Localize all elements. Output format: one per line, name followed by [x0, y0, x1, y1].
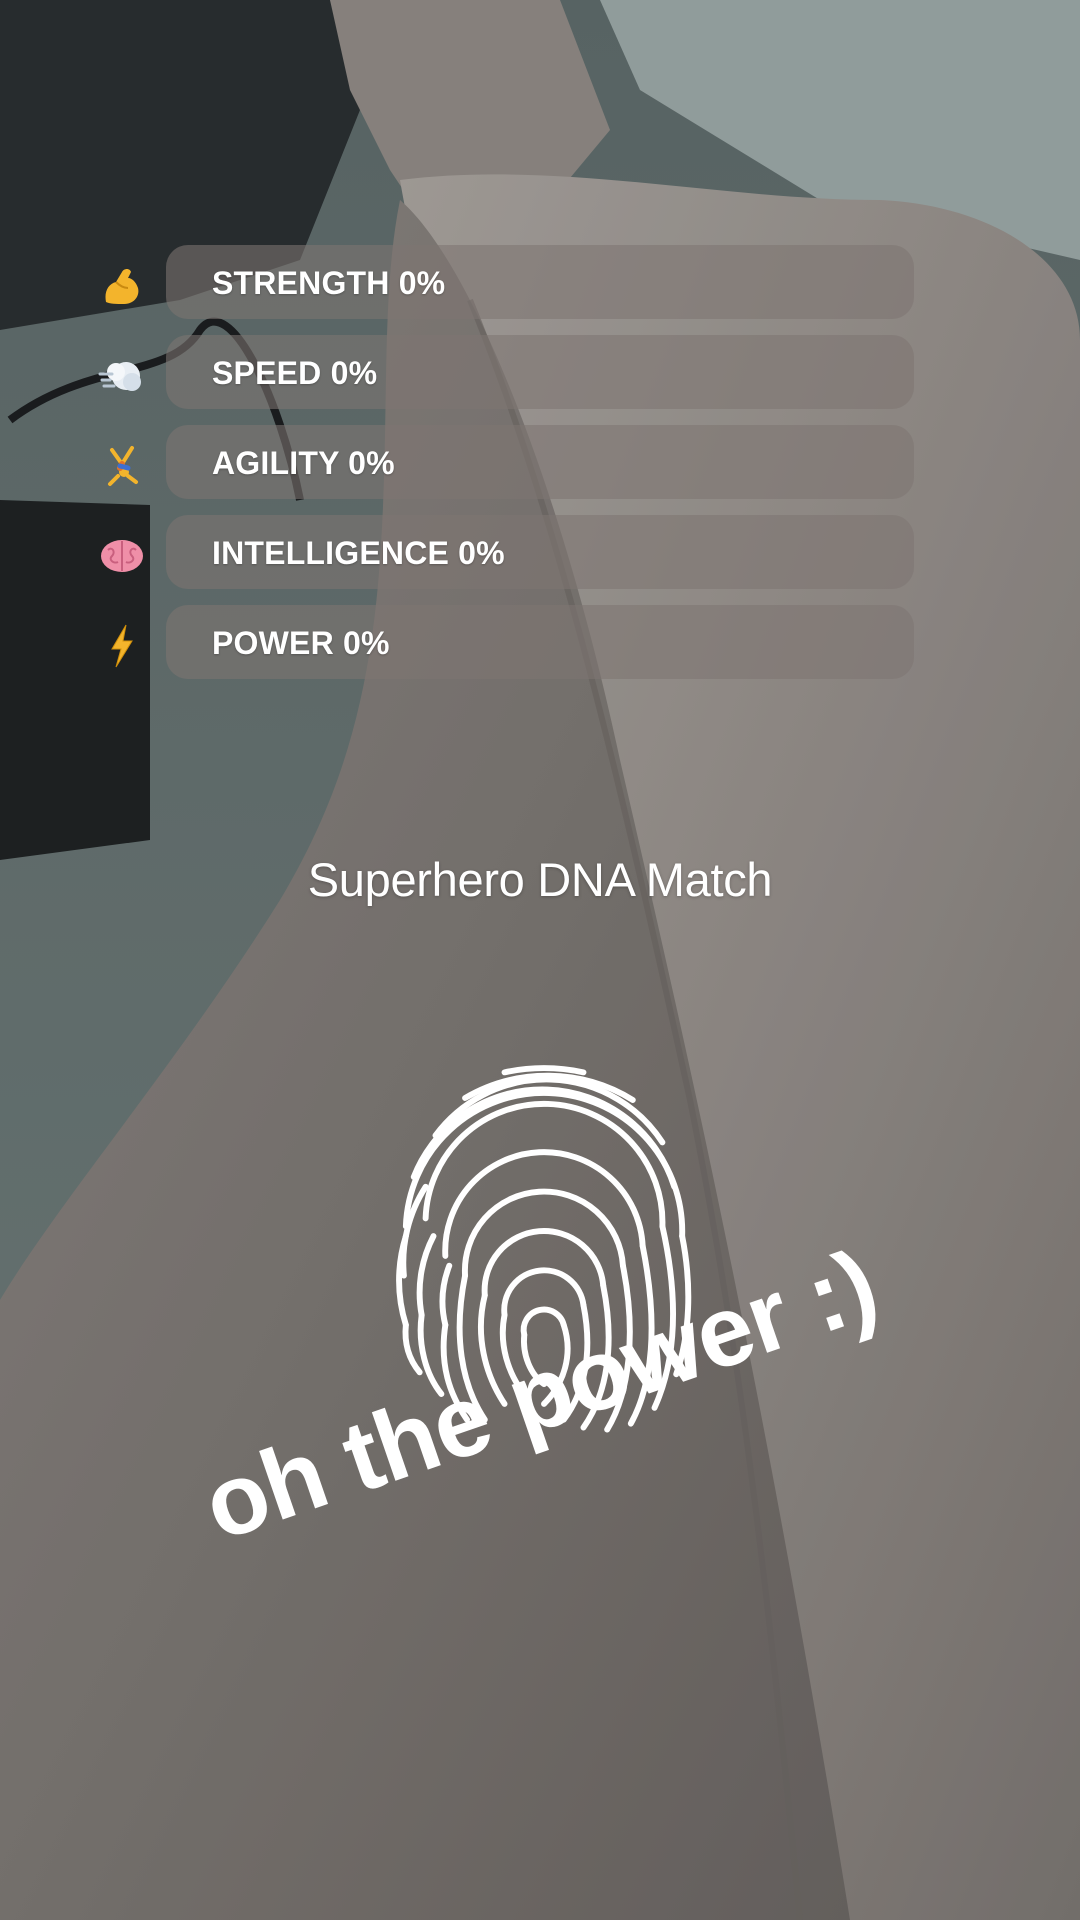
stat-row-agility: AGILITY 0% [0, 425, 1080, 501]
flexed-biceps-icon [105, 269, 139, 304]
stat-label: INTELLIGENCE 0% [212, 535, 505, 571]
stat-label: SPEED 0% [212, 355, 378, 391]
cartwheel-person-icon [108, 446, 138, 486]
stat-label: POWER 0% [212, 625, 390, 661]
video-frame: STRENGTH 0% SPEED 0% AGILITY 0% INTELLIG… [0, 0, 1080, 1920]
dash-cloud-icon [98, 362, 141, 391]
stat-row-speed: SPEED 0% [0, 335, 1080, 411]
lightning-bolt-icon [111, 624, 133, 668]
filter-title: Superhero DNA Match [307, 853, 773, 906]
stat-row-strength: STRENGTH 0% [0, 245, 1080, 321]
brain-icon [101, 540, 143, 572]
stat-row-intelligence: INTELLIGENCE 0% [0, 515, 1080, 591]
stat-row-power: POWER 0% [0, 605, 1080, 681]
stat-label: STRENGTH 0% [212, 265, 446, 301]
stat-label: AGILITY 0% [212, 445, 395, 481]
